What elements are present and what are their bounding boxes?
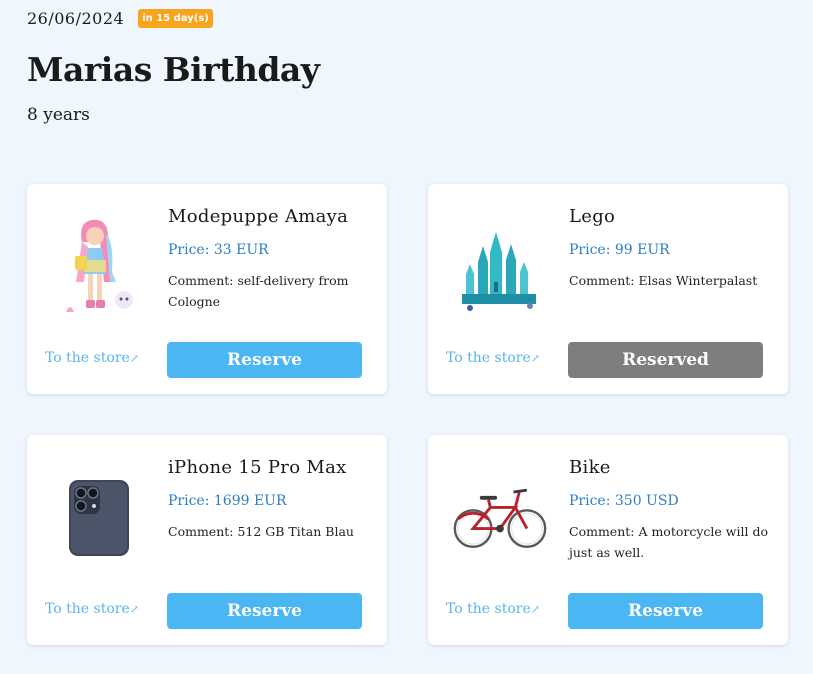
event-subtitle: 8 years — [27, 105, 90, 125]
store-link-label: To the store — [446, 601, 531, 617]
gift-name: Modepuppe Amaya — [168, 206, 349, 227]
gift-price: Price: 99 EUR — [569, 242, 670, 258]
reserved-button[interactable]: Reserved — [568, 342, 763, 378]
bike-image — [450, 463, 550, 573]
gift-price: Price: 33 EUR — [168, 242, 269, 258]
external-link-icon: ↗ — [129, 352, 139, 365]
gift-name: iPhone 15 Pro Max — [168, 457, 347, 478]
reserve-button[interactable]: Reserve — [167, 593, 362, 629]
gift-name: Lego — [569, 206, 616, 227]
gift-card: Bike Price: 350 USD Comment: A motorcycl… — [428, 435, 788, 645]
store-link-label: To the store — [446, 350, 531, 366]
store-link[interactable]: To the store↗ — [45, 350, 139, 366]
event-header: 26/06/2024 in 15 day(s) Marias Birthday … — [27, 0, 320, 125]
gift-comment: Comment: Elsas Winterpalast — [569, 273, 758, 288]
gift-card: iPhone 15 Pro Max Price: 1699 EUR Commen… — [27, 435, 387, 645]
gift-card: Lego Price: 99 EUR Comment: Elsas Winter… — [428, 184, 788, 394]
countdown-badge: in 15 day(s) — [138, 8, 213, 28]
external-link-icon: ↗ — [530, 603, 540, 616]
doll-image — [49, 212, 149, 322]
store-link-label: To the store — [45, 601, 130, 617]
reserve-button[interactable]: Reserve — [568, 593, 763, 629]
reserve-button[interactable]: Reserve — [167, 342, 362, 378]
external-link-icon: ↗ — [129, 603, 139, 616]
event-date: 26/06/2024 — [27, 8, 125, 28]
store-link[interactable]: To the store↗ — [45, 601, 139, 617]
gift-name: Bike — [569, 457, 611, 478]
iphone-image — [49, 463, 149, 573]
gift-comment: Comment: 512 GB Titan Blau — [168, 524, 354, 539]
store-link-label: To the store — [45, 350, 130, 366]
store-link[interactable]: To the store↗ — [446, 350, 540, 366]
gift-price: Price: 1699 EUR — [168, 493, 287, 509]
gift-comment: Comment: A motorcycle will do just as we… — [569, 524, 768, 560]
external-link-icon: ↗ — [530, 352, 540, 365]
store-link[interactable]: To the store↗ — [446, 601, 540, 617]
gift-price: Price: 350 USD — [569, 493, 679, 509]
page-title: Marias Birthday — [27, 50, 320, 89]
lego-castle-image — [450, 212, 550, 322]
date-row: 26/06/2024 in 15 day(s) — [27, 0, 319, 36]
gift-comment: Comment: self-delivery from Cologne — [168, 273, 349, 309]
gift-card: Modepuppe Amaya Price: 33 EUR Comment: s… — [27, 184, 387, 394]
